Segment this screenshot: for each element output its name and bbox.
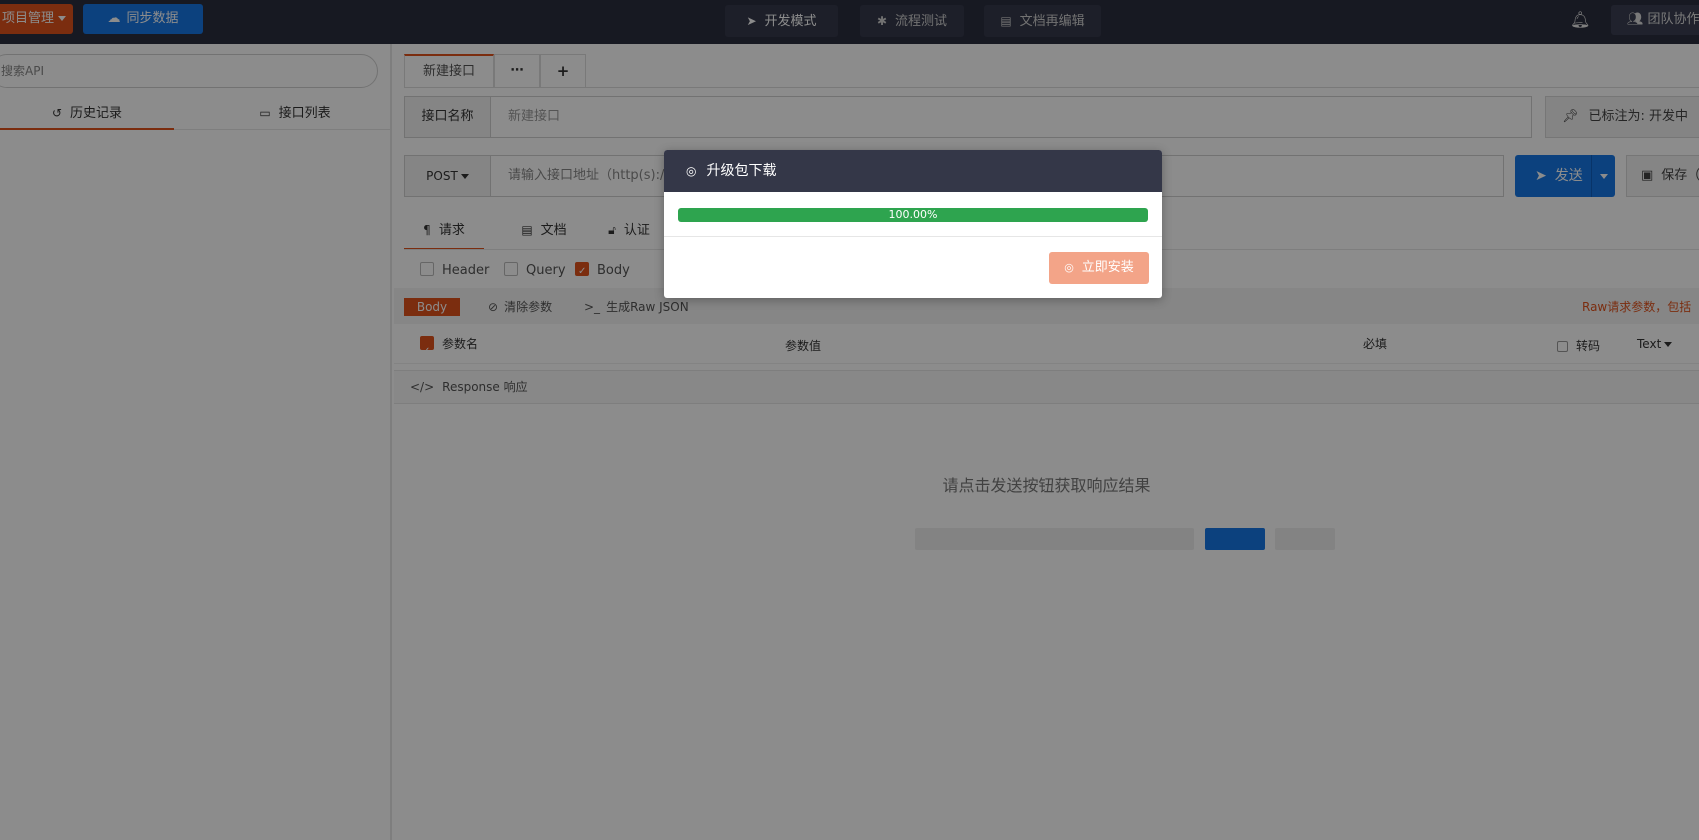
upgrade-modal: ◎ 升级包下载 100.00% ◎ 立即安装 [664,150,1162,298]
install-now-label: 立即安装 [1081,260,1134,275]
modal-title: 升级包下载 [706,163,777,179]
modal-overlay[interactable] [0,0,1699,840]
progress-fill: 100.00% [678,208,1148,222]
modal-divider [664,236,1162,237]
instagram-icon: ◎ [686,164,697,178]
download-progress-bar: 100.00% [678,208,1148,222]
install-now-button[interactable]: ◎ 立即安装 [1049,252,1149,284]
modal-header: ◎ 升级包下载 [664,150,1162,192]
instagram-icon: ◎ [1064,261,1074,274]
